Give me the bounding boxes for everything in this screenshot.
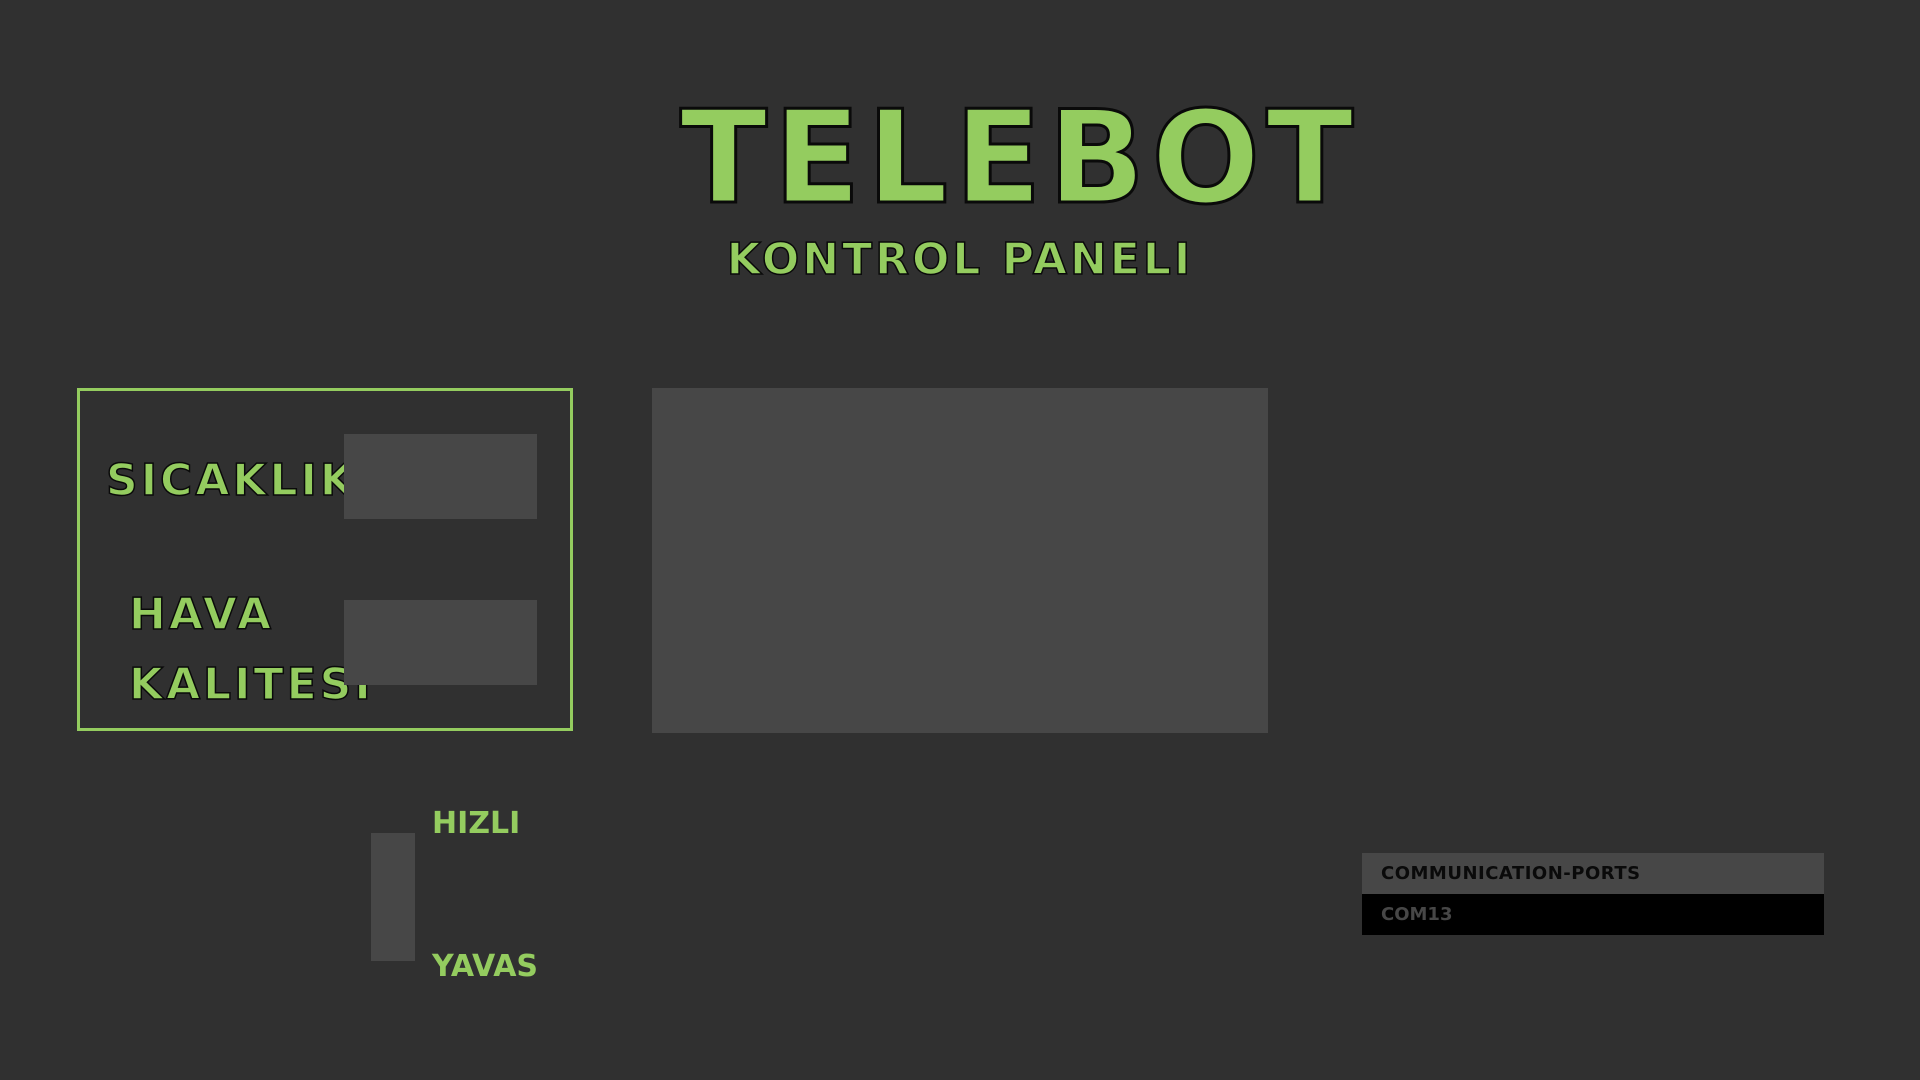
air-quality-label-line1: HAVA bbox=[128, 588, 275, 641]
app-subtitle: KONTROL PANELI bbox=[726, 233, 1194, 286]
camera-view bbox=[652, 388, 1268, 733]
sensor-panel: SICAKLIK HAVA KALITESI bbox=[77, 388, 573, 731]
ports-list-header: COMMUNICATION-PORTS bbox=[1362, 853, 1824, 894]
temperature-label: SICAKLIK bbox=[105, 454, 358, 507]
app-title: TELEBOT bbox=[679, 83, 1360, 235]
communication-ports-list: COMMUNICATION-PORTS COM13 bbox=[1362, 853, 1824, 935]
port-item-com13[interactable]: COM13 bbox=[1362, 894, 1824, 935]
air-quality-label: HAVA KALITESI bbox=[128, 580, 374, 720]
speed-slow-label: YAVAS bbox=[432, 949, 539, 984]
air-quality-label-line2: KALITESI bbox=[128, 658, 374, 711]
air-quality-value-field bbox=[344, 600, 537, 685]
temperature-value-field bbox=[344, 434, 537, 519]
speed-slider[interactable] bbox=[371, 833, 415, 961]
speed-fast-label: HIZLI bbox=[432, 806, 521, 841]
